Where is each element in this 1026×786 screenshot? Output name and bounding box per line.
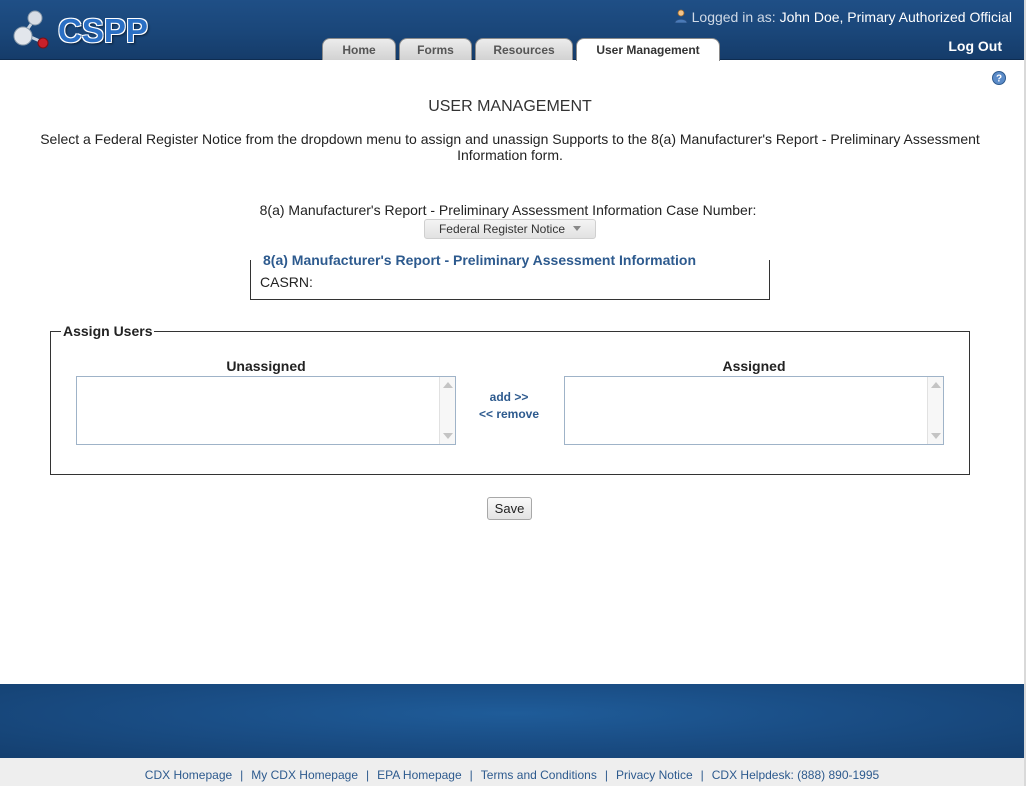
tab-home[interactable]: Home xyxy=(322,38,396,60)
tab-resources[interactable]: Resources xyxy=(475,38,573,60)
footer-link-terms[interactable]: Terms and Conditions xyxy=(481,768,597,782)
separator: | xyxy=(240,768,244,782)
scroll-up-icon xyxy=(931,382,941,388)
save-button[interactable]: Save xyxy=(487,497,532,520)
dropdown-value: Federal Register Notice xyxy=(438,222,566,236)
cspp-logo[interactable]: CSPP xyxy=(12,8,152,52)
footer-link-my-cdx-homepage[interactable]: My CDX Homepage xyxy=(251,768,358,782)
footer-link-epa-homepage[interactable]: EPA Homepage xyxy=(377,768,462,782)
header: CSPP Logged in as: John Doe, Primary Aut… xyxy=(0,0,1024,61)
footer-band xyxy=(0,684,1024,758)
footer-links: CDX Homepage | My CDX Homepage | EPA Homepag… xyxy=(0,758,1024,786)
assigned-scrollbar[interactable] xyxy=(927,377,943,444)
logged-in-label: Logged in as: xyxy=(691,9,776,25)
form-info-title: 8(a) Manufacturer's Report - Preliminary… xyxy=(261,252,699,268)
instructions-text: Select a Federal Register Notice from th… xyxy=(40,131,980,163)
footer-link-privacy[interactable]: Privacy Notice xyxy=(616,768,693,782)
unassigned-label: Unassigned xyxy=(226,358,306,374)
page-title: USER MANAGEMENT xyxy=(428,98,592,115)
casrn-label: CASRN: xyxy=(260,274,313,290)
tab-forms[interactable]: Forms xyxy=(399,38,472,60)
remove-button[interactable]: << remove xyxy=(464,407,554,421)
chevron-down-icon xyxy=(573,226,582,231)
user-icon xyxy=(674,9,688,23)
tab-user-management[interactable]: User Management xyxy=(576,38,720,61)
logout-link[interactable]: Log Out xyxy=(948,38,1002,54)
case-number-label: 8(a) Manufacturer's Report - Preliminary… xyxy=(259,202,757,218)
user-name: John Doe, Primary Authorized Official xyxy=(779,9,1012,25)
help-icon[interactable]: ? xyxy=(992,71,1006,85)
footer-link-helpdesk[interactable]: CDX Helpdesk: (888) 890-1995 xyxy=(712,768,879,782)
assign-users-legend: Assign Users xyxy=(61,323,155,339)
separator: | xyxy=(366,768,370,782)
molecule-logo-icon xyxy=(13,10,49,49)
assigned-list[interactable] xyxy=(564,376,944,445)
assigned-label: Assigned xyxy=(722,358,786,374)
scroll-down-icon xyxy=(931,433,941,439)
footer-link-cdx-homepage[interactable]: CDX Homepage xyxy=(145,768,232,782)
login-status: Logged in as: John Doe, Primary Authoriz… xyxy=(674,9,1012,25)
federal-register-notice-dropdown[interactable]: Federal Register Notice xyxy=(424,219,596,239)
scroll-down-icon xyxy=(443,433,453,439)
assign-users-fieldset: Assign Users Unassigned add >> << remove… xyxy=(50,323,970,475)
separator: | xyxy=(469,768,473,782)
form-info-box: 8(a) Manufacturer's Report - Preliminary… xyxy=(250,252,770,300)
separator: | xyxy=(604,768,608,782)
scroll-up-icon xyxy=(443,382,453,388)
svg-text:?: ? xyxy=(996,74,1002,85)
unassigned-list[interactable] xyxy=(76,376,456,445)
unassigned-scrollbar[interactable] xyxy=(439,377,455,444)
logo-text: CSPP xyxy=(58,12,148,49)
add-button[interactable]: add >> xyxy=(464,390,554,404)
separator: | xyxy=(700,768,704,782)
